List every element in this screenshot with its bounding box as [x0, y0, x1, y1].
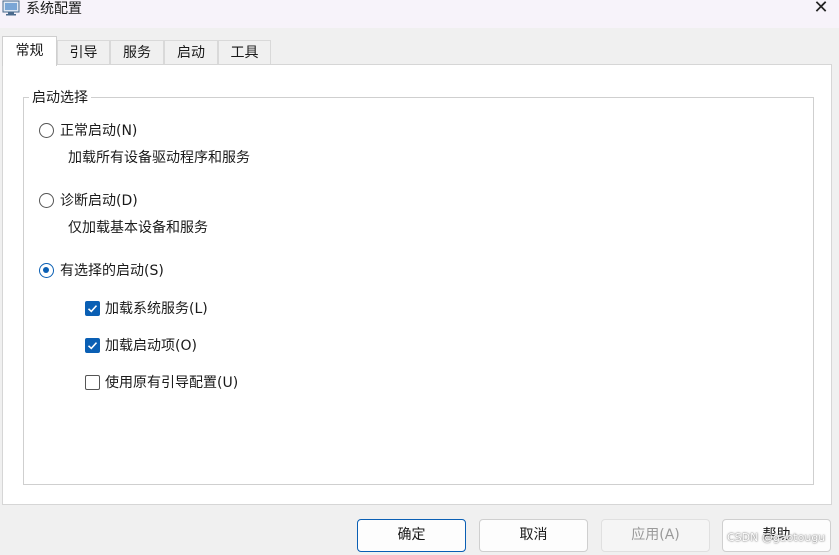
selective-startup-radio[interactable] [39, 263, 54, 278]
tab-general[interactable]: 常规 [2, 36, 57, 66]
msconfig-icon [2, 0, 22, 16]
load-system-services-label[interactable]: 加载系统服务(L) [105, 300, 208, 318]
title-bar: 系统配置 ✕ [0, 0, 839, 28]
load-startup-items-label[interactable]: 加载启动项(O) [105, 337, 197, 355]
watermark: CSDN @gaotougu [727, 531, 826, 544]
group-legend: 启动选择 [29, 89, 91, 107]
tab-boot[interactable]: 引导 [57, 40, 110, 64]
normal-startup-radio[interactable] [39, 123, 54, 138]
ok-button[interactable]: 确定 [357, 519, 466, 552]
close-button[interactable]: ✕ [806, 0, 836, 18]
tab-services[interactable]: 服务 [110, 40, 164, 64]
window-title: 系统配置 [26, 1, 82, 17]
cancel-button[interactable]: 取消 [479, 519, 588, 552]
selective-startup-label[interactable]: 有选择的启动(S) [60, 262, 164, 280]
diagnostic-startup-radio[interactable] [39, 193, 54, 208]
normal-startup-label[interactable]: 正常启动(N) [60, 122, 137, 140]
diagnostic-startup-label[interactable]: 诊断启动(D) [60, 192, 138, 210]
tab-startup[interactable]: 启动 [164, 40, 218, 64]
general-tab-panel: 启动选择 正常启动(N) 加载所有设备驱动程序和服务 诊断启动(D) 仅加载基本… [2, 64, 832, 505]
tab-tools[interactable]: 工具 [218, 40, 271, 64]
normal-startup-description: 加载所有设备驱动程序和服务 [68, 150, 250, 166]
load-startup-items-checkbox[interactable] [85, 338, 100, 353]
load-system-services-checkbox[interactable] [85, 301, 100, 316]
apply-button[interactable]: 应用(A) [601, 519, 710, 552]
use-original-boot-config-checkbox[interactable] [85, 375, 100, 390]
close-icon: ✕ [813, 0, 829, 18]
diagnostic-startup-description: 仅加载基本设备和服务 [68, 220, 208, 236]
tab-strip: 常规 引导 服务 启动 工具 [0, 36, 839, 66]
use-original-boot-config-label[interactable]: 使用原有引导配置(U) [105, 374, 238, 392]
